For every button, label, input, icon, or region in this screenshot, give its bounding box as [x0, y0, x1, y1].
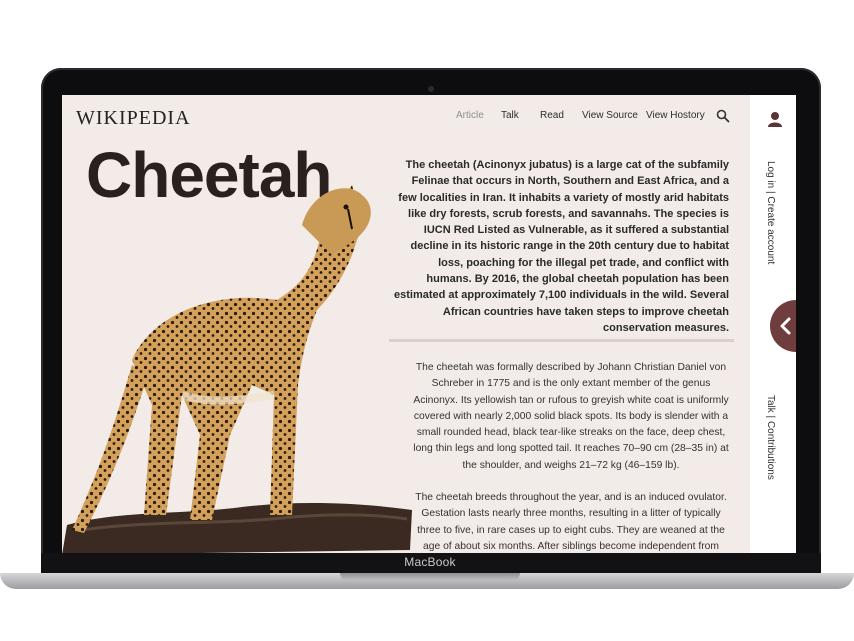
collapse-panel-button[interactable] — [770, 300, 796, 352]
cheetah-image — [62, 185, 412, 553]
tab-talk[interactable]: Talk — [501, 110, 519, 121]
tab-view-source[interactable]: View Source — [582, 110, 638, 121]
laptop-notch — [340, 573, 520, 580]
chevron-left-icon — [780, 317, 791, 335]
lead-paragraph: The cheetah (Acinonyx jubatus) is a larg… — [393, 159, 729, 334]
wikipedia-logo[interactable]: WIKIPEDIA — [76, 107, 191, 130]
tab-article[interactable]: Article — [456, 110, 484, 121]
section-divider — [389, 339, 734, 342]
search-icon[interactable] — [716, 109, 730, 123]
user-icon[interactable] — [766, 110, 784, 128]
body-paragraph-2: The cheetah breeds throughout the year, … — [415, 492, 727, 552]
camera — [428, 86, 434, 92]
account-links[interactable]: Log in | Create account — [765, 161, 776, 264]
device-brand: MacBook — [404, 555, 456, 569]
user-links[interactable]: Talk | Contributions — [765, 395, 776, 480]
browser-screen: WIKIPEDIA Article Talk Read View Source … — [62, 95, 796, 553]
tab-read[interactable]: Read — [540, 110, 564, 121]
body-paragraph-1: The cheetah was formally described by Jo… — [413, 362, 729, 471]
tab-view-history[interactable]: View Hostory — [646, 110, 705, 121]
